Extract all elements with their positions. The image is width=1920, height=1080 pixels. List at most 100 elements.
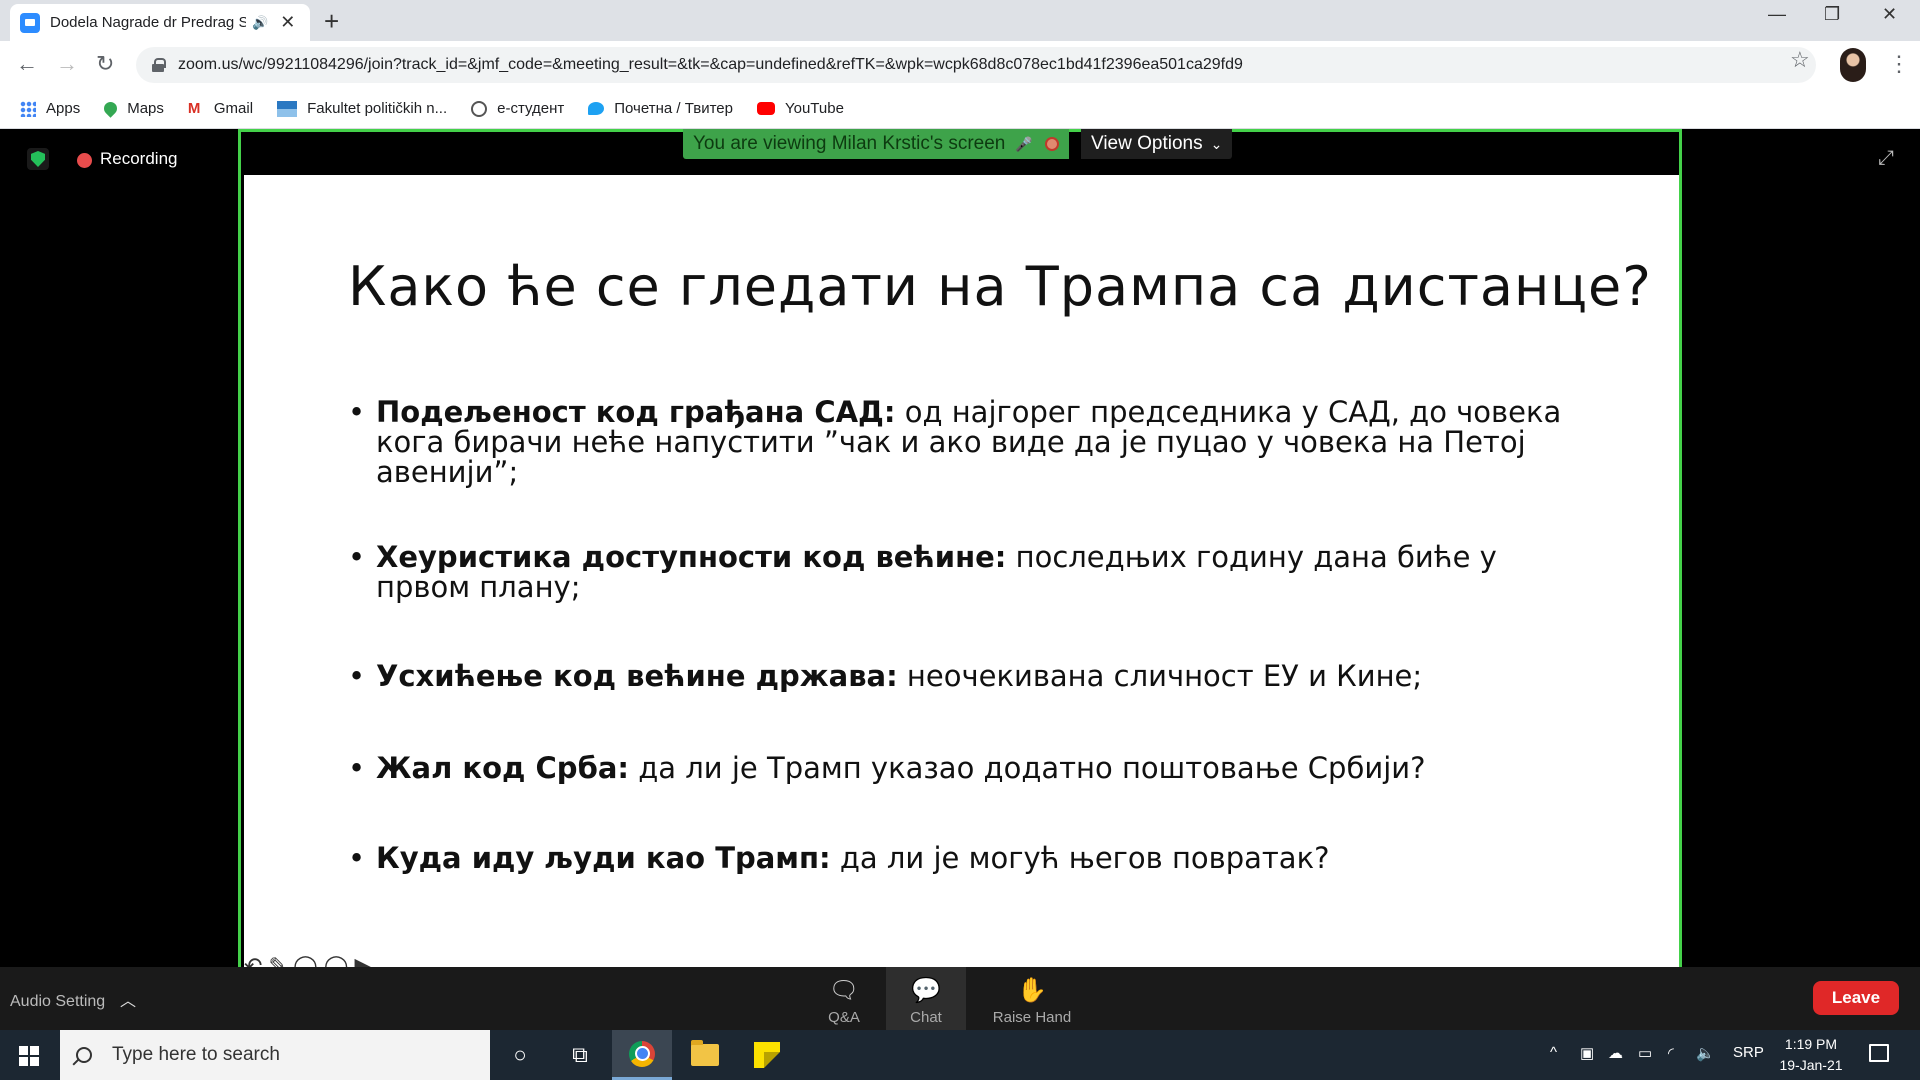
bookmark-label: Почетна / Твитер — [614, 100, 733, 117]
zoom-favicon-icon — [20, 12, 40, 33]
clock-time: 1:19 PM — [1784, 1036, 1838, 1052]
tab-close-icon[interactable]: ✕ — [280, 12, 295, 33]
slide-bullet: Куда иду људи као Трамп: да ли је могућ … — [348, 843, 1598, 873]
chrome-menu-icon[interactable]: ⋮ — [1888, 51, 1910, 77]
youtube-icon — [756, 102, 775, 115]
bookmark-label: Maps — [127, 100, 164, 117]
zoom-meeting-area: Recording ⤢ You are viewing Milan Krstic… — [0, 129, 1920, 967]
chat-bubble-icon: 💬 — [911, 977, 941, 1004]
raise-hand-button[interactable]: ✋ Raise Hand — [986, 967, 1078, 1030]
bookmark-maps[interactable]: Maps — [101, 99, 164, 118]
new-tab-button[interactable]: + — [324, 6, 339, 37]
cortana-icon[interactable]: ○ — [490, 1030, 550, 1080]
back-arrow-icon[interactable]: ← — [16, 51, 38, 77]
bookmark-star-icon[interactable]: ☆ — [1790, 47, 1810, 73]
profile-avatar[interactable] — [1840, 48, 1866, 82]
recording-label: Recording — [100, 149, 178, 168]
globe-icon — [471, 100, 488, 117]
leave-button[interactable]: Leave — [1813, 981, 1899, 1015]
windows-start-icon[interactable] — [19, 1046, 39, 1066]
browser-tab[interactable]: Dodela Nagrade dr Predrag S 🔊 ✕ — [10, 4, 310, 41]
viewing-banner: You are viewing Milan Krstic's screen 🎤 — [683, 129, 1069, 159]
bullet-heading: Жал код Срба: — [376, 751, 629, 785]
url-text: zoom.us/wc/99211084296/join?track_id=&jm… — [178, 56, 1243, 73]
bullet-heading: Куда иду људи као Трамп: — [376, 841, 831, 875]
slide-bullet: Жал код Срба: да ли је Трамп указао дода… — [348, 753, 1598, 783]
recording-dot-icon — [77, 153, 92, 168]
raise-hand-label: Raise Hand — [992, 1009, 1072, 1026]
file-explorer-icon[interactable] — [675, 1030, 735, 1080]
restore-button[interactable]: ❐ — [1824, 4, 1840, 25]
bookmark-youtube[interactable]: YouTube — [756, 100, 844, 117]
browser-tab-bar: Dodela Nagrade dr Predrag S 🔊 ✕ + — ❐ ✕ — [0, 0, 1920, 41]
viewing-banner-text: You are viewing Milan Krstic's screen — [693, 133, 1006, 154]
chevron-down-icon: ⌄ — [1210, 135, 1223, 152]
bookmark-estudent[interactable]: е-студент — [471, 100, 564, 117]
bookmark-label: Apps — [46, 100, 81, 117]
address-bar-row: ← → ↻ zoom.us/wc/99211084296/join?track_… — [0, 41, 1920, 89]
bookmarks-bar: Apps Maps M Gmail Fakultet političkih n.… — [0, 89, 1920, 129]
search-icon — [76, 1047, 92, 1063]
chat-button[interactable]: 💬 Chat — [886, 967, 966, 1030]
qa-label: Q&A — [828, 1009, 860, 1026]
mic-icon: 🎤 — [1015, 135, 1033, 152]
bullet-heading: Подељеност код грађана САД: — [376, 395, 896, 429]
search-placeholder: Type here to search — [112, 1044, 280, 1065]
apps-grid-icon — [20, 100, 36, 117]
hand-icon: ✋ — [1017, 977, 1047, 1004]
view-options-label: View Options — [1091, 133, 1203, 154]
view-options-button[interactable]: View Options ⌄ — [1081, 129, 1233, 159]
slide-bullet: Подељеност код грађана САД: од најгорег … — [348, 397, 1598, 487]
bookmark-label: Fakultet političkih n... — [307, 100, 448, 117]
bullet-heading: Хеуристика доступности код већине: — [376, 540, 1007, 574]
twitter-icon — [588, 102, 605, 115]
bookmark-label: Gmail — [213, 100, 254, 117]
slide-bullet: Хеуристика доступности код већине: после… — [348, 542, 1598, 602]
qa-icon: 🗨 — [828, 977, 860, 1004]
bookmark-faculty[interactable]: Fakultet političkih n... — [277, 100, 447, 117]
slide-bullet: Усхићење код већине држава: неочекивана … — [348, 661, 1598, 691]
forward-arrow-icon[interactable]: → — [56, 51, 78, 77]
clock-date: 19-Jan-21 — [1779, 1057, 1843, 1073]
bookmark-label: YouTube — [784, 100, 844, 117]
close-window-button[interactable]: ✕ — [1882, 4, 1897, 25]
zoom-toolbar: Audio Setting ︿ 🗨 Q&A 💬 Chat ✋ Raise Han… — [0, 967, 1920, 1030]
maps-pin-icon — [101, 99, 120, 118]
bullet-text: неочекивана сличност ЕУ и Кине; — [897, 659, 1423, 693]
windows-taskbar: Type here to search ○ ⧉ ^ ▣ ☁ ▭ ◜ 🔈 SRP … — [0, 1030, 1920, 1080]
bookmark-gmail[interactable]: M Gmail — [188, 100, 253, 117]
qa-button[interactable]: 🗨 Q&A — [815, 967, 873, 1030]
bullet-text: да ли је Трамп указао додатно поштовање … — [629, 751, 1426, 785]
taskbar-search-field[interactable]: Type here to search — [60, 1030, 490, 1080]
bookmark-twitter[interactable]: Почетна / Твитер — [588, 100, 733, 117]
onedrive-cloud-icon[interactable]: ☁ — [1608, 1044, 1623, 1062]
chrome-taskbar-icon[interactable] — [612, 1030, 672, 1080]
slide-title: Како ће се гледати на Трампа са дистанце… — [348, 255, 1652, 318]
language-indicator[interactable]: SRP — [1733, 1044, 1764, 1061]
meet-now-icon[interactable]: ▣ — [1580, 1044, 1594, 1062]
battery-icon[interactable]: ▭ — [1638, 1044, 1652, 1062]
tab-title: Dodela Nagrade dr Predrag S — [50, 14, 246, 31]
url-field[interactable]: zoom.us/wc/99211084296/join?track_id=&jm… — [136, 47, 1816, 83]
notification-icon[interactable] — [1869, 1044, 1889, 1062]
shared-slide: Како ће се гледати на Трампа са дистанце… — [244, 175, 1679, 967]
lock-icon[interactable] — [152, 58, 166, 72]
tray-chevron-icon[interactable]: ^ — [1550, 1044, 1557, 1061]
taskbar-clock[interactable]: 1:19 PM 19-Jan-21 — [1774, 1034, 1848, 1076]
sticky-notes-icon[interactable] — [737, 1030, 797, 1080]
wifi-icon[interactable]: ◜ — [1668, 1044, 1674, 1062]
security-shield-icon[interactable] — [27, 148, 49, 170]
reload-icon[interactable]: ↻ — [96, 51, 114, 77]
bookmark-apps[interactable]: Apps — [20, 100, 80, 117]
caret-up-icon[interactable]: ︿ — [120, 987, 136, 1011]
task-view-icon[interactable]: ⧉ — [550, 1030, 610, 1080]
minimize-button[interactable]: — — [1768, 4, 1786, 25]
faculty-icon — [277, 100, 298, 117]
chat-label: Chat — [910, 1009, 942, 1026]
fullscreen-icon[interactable]: ⤢ — [1878, 147, 1894, 170]
stop-share-icon[interactable] — [1044, 137, 1059, 151]
bookmark-label: е-студент — [497, 100, 565, 117]
volume-icon[interactable]: 🔈 — [1696, 1044, 1715, 1062]
audio-setting-button[interactable]: Audio Setting — [10, 993, 105, 1011]
speaker-icon[interactable]: 🔊 — [252, 15, 268, 31]
